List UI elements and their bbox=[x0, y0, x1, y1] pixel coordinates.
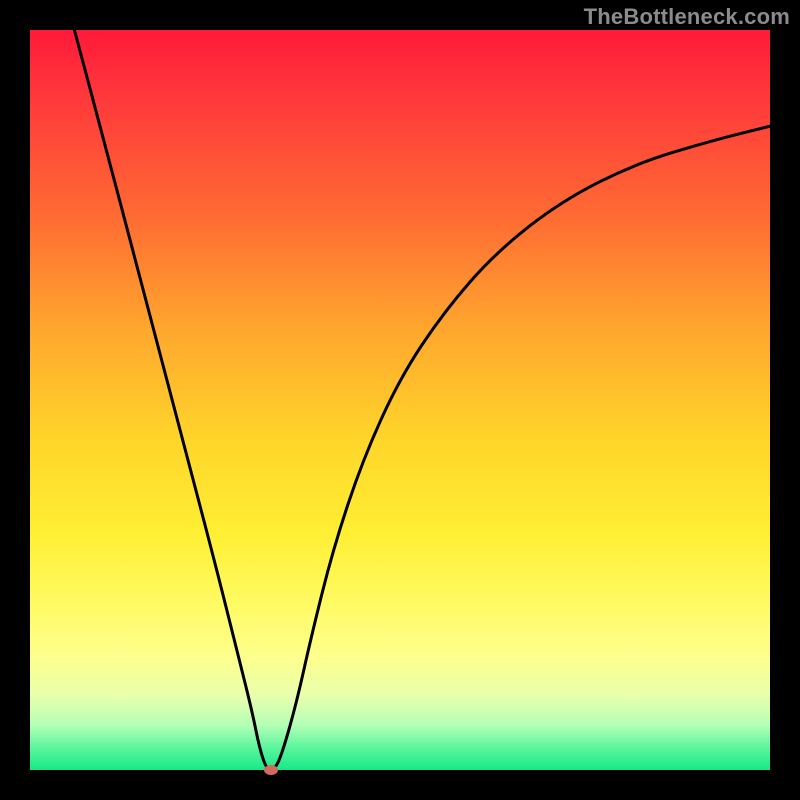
chart-container: TheBottleneck.com bbox=[0, 0, 800, 800]
optimal-point-marker bbox=[264, 765, 278, 775]
watermark-text: TheBottleneck.com bbox=[584, 4, 790, 30]
bottleneck-curve bbox=[30, 30, 770, 770]
plot-area bbox=[30, 30, 770, 770]
